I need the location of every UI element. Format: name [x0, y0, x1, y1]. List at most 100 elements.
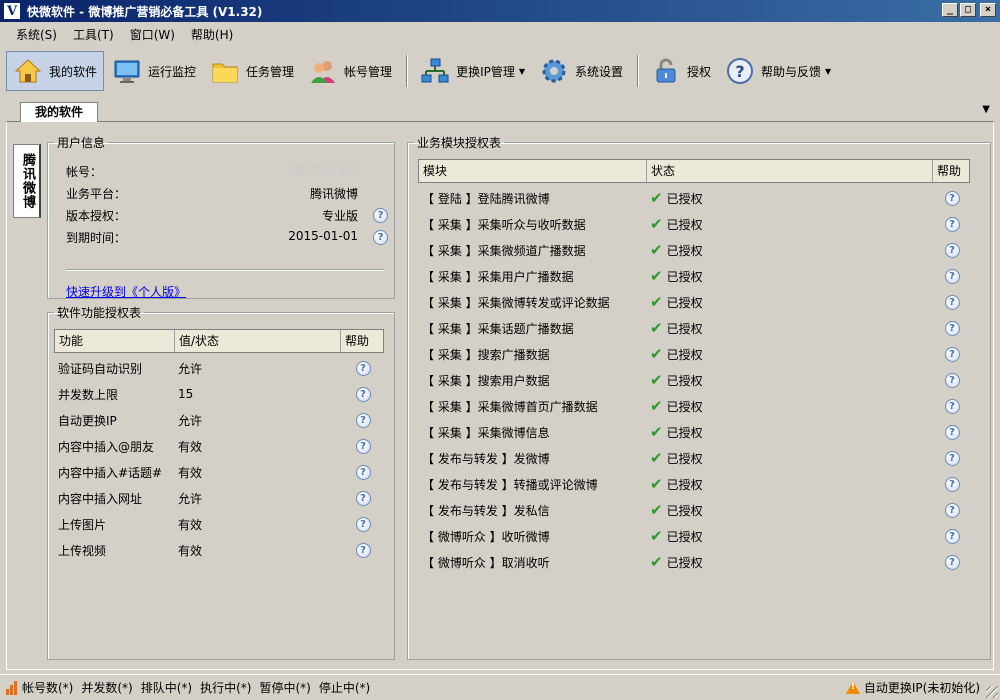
table-row[interactable]: 自动更换IP 允许? — [54, 407, 384, 433]
table-row[interactable]: 【 微博听众 】取消收听 ✔ 已授权? — [418, 549, 970, 575]
help-icon[interactable]: ? — [944, 242, 960, 258]
table-row[interactable]: 【 采集 】采集微博转发或评论数据 ✔ 已授权? — [418, 289, 970, 315]
help-cell: ? — [340, 438, 382, 454]
status-cell: ✔ 已授权 — [646, 449, 932, 467]
table-row[interactable]: 【 采集 】采集用户广播数据 ✔ 已授权? — [418, 263, 970, 289]
status-accounts: 帐号数(*) — [22, 681, 74, 695]
tab-my-software[interactable]: 我的软件 — [20, 102, 99, 122]
settings-button[interactable]: 系统设置 — [533, 51, 629, 91]
table-row[interactable]: 内容中插入网址 允许? — [54, 485, 384, 511]
checkmark-icon: ✔ — [650, 293, 663, 311]
menu-system[interactable]: 系统(S) — [8, 26, 65, 43]
status-paused: 暂停中(*) — [259, 681, 311, 695]
table-row[interactable]: 并发数上限 15? — [54, 381, 384, 407]
monitor-button[interactable]: 运行监控 — [106, 51, 202, 91]
tasks-button[interactable]: 任务管理 — [204, 51, 300, 91]
help-icon[interactable]: ? — [355, 438, 371, 454]
help-icon[interactable]: ? — [355, 386, 371, 402]
help-icon[interactable]: ? — [944, 554, 960, 570]
header-value[interactable]: 值/状态 — [175, 330, 341, 352]
header-help[interactable]: 帮助 — [933, 160, 969, 182]
settings-label: 系统设置 — [575, 64, 624, 79]
help-icon[interactable]: ? — [944, 268, 960, 284]
help-icon[interactable]: ? — [944, 398, 960, 414]
status-queued: 排队中(*) — [140, 681, 193, 695]
table-row[interactable]: 【 采集 】采集话题广播数据 ✔ 已授权? — [418, 315, 970, 341]
feature-cell: 上传视频 — [58, 543, 107, 558]
help-icon[interactable]: ? — [355, 464, 371, 480]
module-cell: 【 微博听众 】取消收听 — [422, 555, 550, 570]
menu-help[interactable]: 帮助(H) — [183, 26, 241, 43]
help-feedback-button[interactable]: ? 帮助与反馈 ▼ — [719, 51, 837, 91]
help-icon[interactable]: ? — [355, 542, 371, 558]
my-software-button[interactable]: 我的软件 — [6, 51, 105, 91]
table-row[interactable]: 【 采集 】搜索用户数据 ✔ 已授权? — [418, 367, 970, 393]
status-text: 已授权 — [666, 321, 703, 336]
table-row[interactable]: 验证码自动识别 允许? — [54, 355, 384, 381]
side-tab-tencent-weibo[interactable]: 腾讯微博 — [13, 144, 41, 218]
help-icon[interactable]: ? — [944, 320, 960, 336]
table-row[interactable]: 【 采集 】搜索广播数据 ✔ 已授权? — [418, 341, 970, 367]
help-icon[interactable]: ? — [944, 346, 960, 362]
table-row[interactable]: 上传图片 有效? — [54, 511, 384, 537]
toolbar-separator — [406, 55, 409, 87]
table-row[interactable]: 【 登陆 】登陆腾讯微博 ✔ 已授权? — [418, 185, 970, 211]
help-icon[interactable]: ? — [944, 424, 960, 440]
help-icon[interactable]: ? — [944, 528, 960, 544]
help-cell: ? — [340, 360, 382, 376]
bar-chart-icon — [6, 680, 20, 695]
change-ip-button[interactable]: 更换IP管理 ▼ — [414, 51, 531, 91]
help-icon[interactable]: ? — [944, 502, 960, 518]
table-row[interactable]: 内容中插入#话题# 有效? — [54, 459, 384, 485]
checkmark-icon: ✔ — [650, 215, 663, 233]
checkmark-icon: ✔ — [650, 371, 663, 389]
help-icon[interactable]: ? — [355, 516, 371, 532]
help-icon[interactable]: ? — [355, 360, 371, 376]
help-icon[interactable]: ? — [355, 490, 371, 506]
help-icon[interactable]: ? — [944, 190, 960, 206]
resize-grip[interactable] — [986, 686, 998, 698]
status-cell: ✔ 已授权 — [646, 371, 932, 389]
table-row[interactable]: 内容中插入@朋友 有效? — [54, 433, 384, 459]
users-icon — [308, 56, 338, 86]
help-icon[interactable]: ? — [944, 450, 960, 466]
menu-bar: 系统(S) 工具(T) 窗口(W) 帮助(H) — [0, 22, 1000, 46]
help-icon[interactable]: ? — [944, 294, 960, 310]
header-module[interactable]: 模块 — [419, 160, 647, 182]
menu-tools[interactable]: 工具(T) — [65, 26, 122, 43]
upgrade-link[interactable]: 快速升级到《个人版》 — [66, 283, 186, 300]
checkmark-icon: ✔ — [650, 397, 663, 415]
table-row[interactable]: 【 微博听众 】收听微博 ✔ 已授权? — [418, 523, 970, 549]
accounts-button[interactable]: 帐号管理 — [302, 51, 398, 91]
module-cell: 【 采集 】采集微博转发或评论数据 — [422, 295, 610, 310]
minimize-button[interactable]: _ — [942, 3, 958, 17]
expiry-value: 2015-01-01 — [288, 229, 358, 243]
help-icon[interactable]: ? — [944, 476, 960, 492]
help-icon[interactable]: ? — [944, 372, 960, 388]
help-icon: ? — [725, 56, 755, 86]
table-row[interactable]: 上传视频 有效? — [54, 537, 384, 563]
status-cell: ✔ 已授权 — [646, 319, 932, 337]
table-row[interactable]: 【 采集 】采集听众与收听数据 ✔ 已授权? — [418, 211, 970, 237]
help-icon[interactable]: ? — [355, 412, 371, 428]
authorize-button[interactable]: 授权 — [645, 51, 717, 91]
table-row[interactable]: 【 发布与转发 】转播或评论微博 ✔ 已授权? — [418, 471, 970, 497]
status-cell: ✔ 已授权 — [646, 241, 932, 259]
table-row[interactable]: 【 采集 】采集微频道广播数据 ✔ 已授权? — [418, 237, 970, 263]
table-row[interactable]: 【 采集 】采集微博信息 ✔ 已授权? — [418, 419, 970, 445]
close-button[interactable]: × — [980, 3, 996, 17]
tab-menu-chevron-icon[interactable]: ▼ — [982, 104, 990, 115]
table-row[interactable]: 【 发布与转发 】发微博 ✔ 已授权? — [418, 445, 970, 471]
header-feature[interactable]: 功能 — [55, 330, 175, 352]
help-icon[interactable]: ? — [944, 216, 960, 232]
menu-window[interactable]: 窗口(W) — [122, 26, 183, 43]
help-icon[interactable]: ? — [373, 230, 388, 245]
platform-value: 腾讯微博 — [309, 187, 358, 201]
table-row[interactable]: 【 采集 】采集微博首页广播数据 ✔ 已授权? — [418, 393, 970, 419]
header-status[interactable]: 状态 — [647, 160, 933, 182]
table-row[interactable]: 【 发布与转发 】发私信 ✔ 已授权? — [418, 497, 970, 523]
header-help[interactable]: 帮助 — [341, 330, 383, 352]
maximize-button[interactable]: □ — [960, 3, 976, 17]
help-icon[interactable]: ? — [373, 208, 388, 223]
auto-ip-status[interactable]: 自动更换IP(未初始化) — [845, 679, 980, 696]
